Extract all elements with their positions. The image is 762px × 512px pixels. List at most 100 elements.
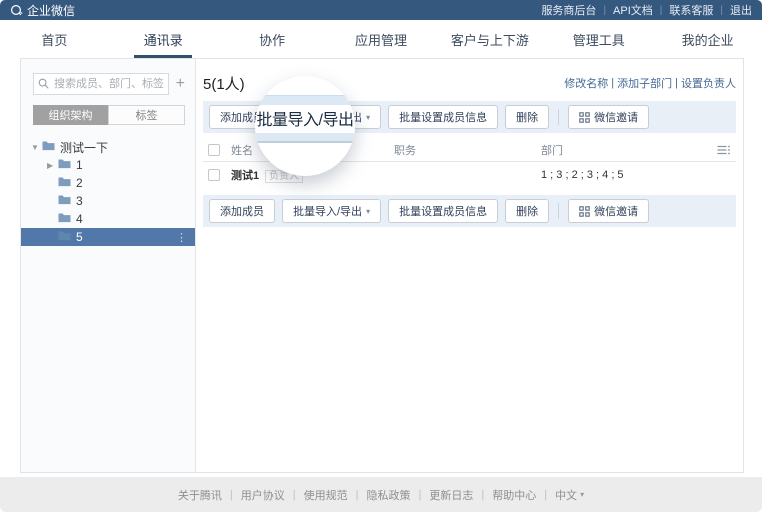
- nav-tab-contacts[interactable]: 通讯录: [109, 20, 218, 58]
- button-label: 批量导入/导出: [293, 206, 363, 218]
- app-title: 企业微信: [27, 3, 76, 18]
- separator: |: [544, 488, 548, 501]
- caret-down-icon[interactable]: ▼: [31, 143, 42, 152]
- folder-icon: [58, 158, 71, 172]
- topbar-link-provider-console[interactable]: 服务商后台: [541, 2, 596, 18]
- language-label: 中文: [555, 489, 578, 502]
- tree-item-2[interactable]: 2: [21, 174, 195, 192]
- caret-right-icon[interactable]: ▶: [47, 161, 58, 170]
- main-nav: 首页 通讯录 协作 应用管理 客户与上下游 管理工具 我的企业: [0, 20, 762, 58]
- separator: |: [418, 488, 422, 501]
- separator: |: [611, 77, 615, 89]
- tree-item-4[interactable]: 4: [21, 210, 195, 228]
- member-checkbox[interactable]: [208, 169, 220, 181]
- member-toolbar-bottom: 添加成员 批量导入/导出 ▾ 批量设置成员信息 删除 微信邀请: [203, 195, 736, 227]
- separator: |: [355, 488, 359, 501]
- column-settings-icon[interactable]: [717, 144, 731, 156]
- tree-item-1[interactable]: ▶ 1: [21, 156, 195, 174]
- wechat-invite-button[interactable]: 微信邀请: [568, 199, 650, 223]
- nav-tab-home[interactable]: 首页: [0, 20, 109, 58]
- nav-tab-my-company[interactable]: 我的企业: [653, 20, 762, 58]
- chevron-down-icon: ▾: [366, 112, 371, 122]
- footer-link-about-tencent[interactable]: 关于腾讯: [178, 487, 222, 503]
- folder-icon: [58, 194, 71, 208]
- topbar-link-api-docs[interactable]: API文档: [613, 2, 653, 18]
- wechat-invite-button[interactable]: 微信邀请: [568, 105, 650, 129]
- department-actions: 修改名称 | 添加子部门 | 设置负责人: [564, 75, 736, 91]
- chevron-down-icon: ▾: [580, 490, 585, 499]
- app-header: 企业微信 服务商后台 | API文档 | 联系客服 | 退出: [0, 0, 762, 20]
- tab-org-structure[interactable]: 组织架构: [33, 105, 108, 125]
- button-label: 微信邀请: [594, 112, 639, 124]
- footer-link-privacy-policy[interactable]: 隐私政策: [366, 487, 410, 503]
- footer-link-usage-rules[interactable]: 使用规范: [304, 487, 348, 503]
- separator: |: [659, 4, 663, 16]
- tree-item-label: 1: [76, 158, 83, 172]
- column-header-title: 职务: [394, 144, 416, 157]
- separator: |: [292, 488, 296, 501]
- topbar-link-logout[interactable]: 退出: [730, 2, 752, 18]
- nav-tab-collaboration[interactable]: 协作: [218, 20, 327, 58]
- set-leader-link[interactable]: 设置负责人: [681, 75, 736, 91]
- tree-item-label: 2: [76, 176, 83, 190]
- member-dept-cell: 1 ; 3 ; 2 ; 3 ; 4 ; 5: [541, 169, 624, 181]
- wechat-work-logo-icon: [10, 4, 23, 17]
- delete-button[interactable]: 删除: [505, 199, 550, 223]
- folder-icon: [42, 140, 55, 154]
- add-department-button[interactable]: +: [176, 76, 185, 92]
- delete-button[interactable]: 删除: [505, 105, 550, 129]
- add-member-button[interactable]: 添加成员: [209, 199, 275, 223]
- topbar-links: 服务商后台 | API文档 | 联系客服 | 退出: [541, 2, 752, 18]
- nav-tab-customers-upstream[interactable]: 客户与上下游: [435, 20, 544, 58]
- separator: |: [603, 4, 607, 16]
- nav-tab-admin-tools[interactable]: 管理工具: [544, 20, 653, 58]
- batch-import-export-button[interactable]: 批量导入/导出 ▾: [282, 199, 382, 223]
- search-input[interactable]: [33, 73, 169, 95]
- tree-item-label: 3: [76, 194, 83, 208]
- button-label: 微信邀请: [594, 206, 639, 218]
- nav-tab-app-management[interactable]: 应用管理: [327, 20, 436, 58]
- org-tree: ▼ 测试一下 ▶ 1 2 3 4 5 ⋮: [21, 138, 195, 246]
- tree-item-root[interactable]: ▼ 测试一下: [21, 138, 195, 156]
- tree-item-label: 4: [76, 212, 83, 226]
- add-subdepartment-link[interactable]: 添加子部门: [617, 75, 672, 91]
- tree-item-label: 测试一下: [60, 140, 109, 155]
- divider: [558, 109, 560, 125]
- lens-toolbar-band: [255, 95, 355, 105]
- qr-code-icon: [579, 205, 590, 217]
- batch-set-member-info-button[interactable]: 批量设置成员信息: [388, 199, 499, 223]
- page-title: 5(1人): [203, 75, 245, 93]
- folder-icon: [58, 230, 71, 244]
- rename-department-link[interactable]: 修改名称: [564, 75, 608, 91]
- tab-labels[interactable]: 标签: [108, 105, 185, 125]
- separator: |: [229, 488, 233, 501]
- footer-language-select[interactable]: 中文 ▾: [555, 487, 584, 503]
- app-brand: 企业微信: [10, 2, 75, 19]
- footer-link-changelog[interactable]: 更新日志: [429, 487, 473, 503]
- column-header-dept: 部门: [541, 144, 563, 157]
- folder-icon: [58, 176, 71, 190]
- magnifier-lens-text: 批量导入/导出: [256, 112, 354, 129]
- footer-link-help-center[interactable]: 帮助中心: [492, 487, 536, 503]
- qr-code-icon: [579, 111, 590, 123]
- separator: |: [675, 77, 678, 89]
- tree-item-3[interactable]: 3: [21, 192, 195, 210]
- page-footer: 关于腾讯 | 用户协议 | 使用规范 | 隐私政策 | 更新日志 | 帮助中心 …: [0, 477, 762, 512]
- lens-toolbar-band: [255, 133, 355, 143]
- contacts-panel: + 组织架构 标签 ▼ 测试一下 ▶ 1: [20, 58, 744, 473]
- tree-item-5[interactable]: 5 ⋮: [21, 228, 195, 246]
- topbar-link-contact-support[interactable]: 联系客服: [669, 2, 713, 18]
- batch-set-member-info-button[interactable]: 批量设置成员信息: [388, 105, 499, 129]
- sidebar-tabs: 组织架构 标签: [33, 105, 185, 125]
- separator: |: [481, 488, 485, 501]
- select-all-checkbox[interactable]: [208, 143, 220, 156]
- sidebar: + 组织架构 标签 ▼ 测试一下 ▶ 1: [21, 59, 196, 472]
- member-name[interactable]: 测试1: [231, 170, 259, 182]
- folder-icon: [58, 212, 71, 226]
- footer-link-user-agreement[interactable]: 用户协议: [241, 487, 285, 503]
- divider: [558, 203, 560, 219]
- chevron-down-icon: ▾: [366, 206, 371, 216]
- separator: |: [720, 4, 723, 16]
- more-vertical-icon[interactable]: ⋮: [176, 231, 187, 244]
- magnifier-lens: 批量导入/导出: [255, 76, 355, 176]
